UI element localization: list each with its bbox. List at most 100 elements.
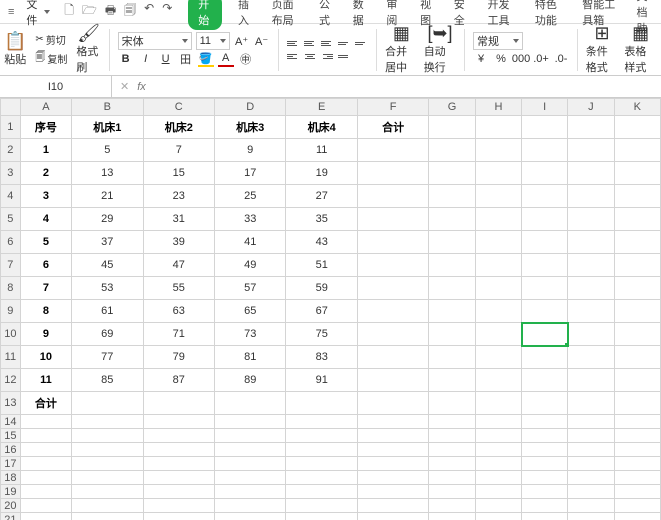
cell[interactable] <box>357 346 428 369</box>
col-header-I[interactable]: I <box>522 99 568 116</box>
cell[interactable] <box>475 457 521 471</box>
col-header-E[interactable]: E <box>286 99 357 116</box>
col-header-C[interactable]: C <box>143 99 214 116</box>
row-header-18[interactable]: 18 <box>1 471 21 485</box>
cell[interactable]: 79 <box>143 346 214 369</box>
fill-color-button[interactable]: 🪣 <box>198 51 214 67</box>
cell[interactable] <box>429 323 475 346</box>
cell[interactable] <box>72 392 143 415</box>
col-header-K[interactable]: K <box>614 99 660 116</box>
font-size-select[interactable]: 11 <box>196 32 230 50</box>
cell[interactable] <box>522 443 568 457</box>
tab-layout[interactable]: 页面布局 <box>268 0 303 30</box>
cell[interactable]: 55 <box>143 277 214 300</box>
cell[interactable]: 57 <box>215 277 286 300</box>
row-header-9[interactable]: 9 <box>1 300 21 323</box>
cell[interactable]: 11 <box>286 139 357 162</box>
cell[interactable]: 91 <box>286 369 357 392</box>
cell[interactable]: 27 <box>286 185 357 208</box>
cell[interactable] <box>357 485 428 499</box>
cell[interactable] <box>143 485 214 499</box>
cell[interactable] <box>143 429 214 443</box>
align-left[interactable] <box>286 50 300 62</box>
cell[interactable] <box>614 231 660 254</box>
cell[interactable] <box>357 392 428 415</box>
save-icon[interactable]: 🖶 <box>105 1 116 22</box>
cell[interactable] <box>568 116 614 139</box>
number-format-select[interactable]: 常规 <box>473 32 523 50</box>
col-header-F[interactable]: F <box>357 99 428 116</box>
bold-button[interactable]: B <box>118 51 134 67</box>
cell[interactable]: 19 <box>286 162 357 185</box>
cell[interactable] <box>568 185 614 208</box>
cell[interactable] <box>357 415 428 429</box>
sheet-area[interactable]: A B C D E F G H I J K 1 序号 机床1 机床2 机床3 机… <box>0 98 661 520</box>
row-header-6[interactable]: 6 <box>1 231 21 254</box>
cell[interactable]: 13 <box>72 162 143 185</box>
cell[interactable]: 1 <box>20 139 71 162</box>
cell[interactable] <box>568 369 614 392</box>
cell[interactable]: 29 <box>72 208 143 231</box>
cell[interactable] <box>614 346 660 369</box>
cell[interactable] <box>475 162 521 185</box>
cell[interactable] <box>429 277 475 300</box>
row-header-21[interactable]: 21 <box>1 513 21 520</box>
cell[interactable] <box>429 457 475 471</box>
cell[interactable]: 67 <box>286 300 357 323</box>
tab-insert[interactable]: 插入 <box>234 0 256 30</box>
col-header-B[interactable]: B <box>72 99 143 116</box>
align-middle[interactable] <box>303 37 317 49</box>
row-header-7[interactable]: 7 <box>1 254 21 277</box>
cell[interactable] <box>568 346 614 369</box>
cell[interactable] <box>143 499 214 513</box>
file-menu[interactable]: 文件 <box>20 0 56 28</box>
cell[interactable] <box>522 429 568 443</box>
cell[interactable] <box>568 254 614 277</box>
cell[interactable] <box>522 208 568 231</box>
undo-icon[interactable]: ↶ <box>144 1 154 22</box>
cell[interactable] <box>357 277 428 300</box>
cell[interactable] <box>143 415 214 429</box>
cell[interactable] <box>429 162 475 185</box>
font-color-button[interactable]: A <box>218 51 234 67</box>
cell[interactable] <box>614 471 660 485</box>
cell[interactable]: 51 <box>286 254 357 277</box>
col-header-J[interactable]: J <box>568 99 614 116</box>
cell[interactable] <box>475 139 521 162</box>
name-box[interactable]: I10 <box>0 76 112 97</box>
cond-format-button[interactable]: ⊞ 条件格式 <box>586 24 619 75</box>
cell[interactable] <box>568 139 614 162</box>
wrap-text-button[interactable]: [➥] 自动换行 <box>424 24 457 75</box>
cell[interactable]: 21 <box>72 185 143 208</box>
cell[interactable] <box>522 485 568 499</box>
cell[interactable] <box>215 443 286 457</box>
cell[interactable] <box>429 139 475 162</box>
cell[interactable] <box>568 277 614 300</box>
cell[interactable] <box>429 231 475 254</box>
cell[interactable]: 33 <box>215 208 286 231</box>
cell[interactable] <box>614 499 660 513</box>
cell[interactable]: 2 <box>20 162 71 185</box>
format-painter-button[interactable]: 🖌 格式刷 <box>76 24 100 75</box>
cell[interactable] <box>143 457 214 471</box>
cell[interactable]: 37 <box>72 231 143 254</box>
align-bottom[interactable] <box>320 37 334 49</box>
merge-center-button[interactable]: ▦ 合并居中 <box>385 24 418 75</box>
phonetic-button[interactable]: ㊥ <box>238 51 254 67</box>
tab-dev[interactable]: 开发工具 <box>483 0 518 30</box>
cell[interactable] <box>429 471 475 485</box>
cell[interactable] <box>215 471 286 485</box>
cell[interactable] <box>568 323 614 346</box>
cell[interactable] <box>522 185 568 208</box>
cell[interactable] <box>475 300 521 323</box>
cell[interactable] <box>614 429 660 443</box>
cell[interactable]: 序号 <box>20 116 71 139</box>
cell[interactable]: 11 <box>20 369 71 392</box>
copy-button[interactable]: 🗐 复制 <box>32 49 70 68</box>
cell[interactable]: 机床4 <box>286 116 357 139</box>
cell[interactable]: 59 <box>286 277 357 300</box>
cell[interactable] <box>614 485 660 499</box>
row-header-14[interactable]: 14 <box>1 415 21 429</box>
cell[interactable] <box>215 513 286 520</box>
cell[interactable] <box>522 231 568 254</box>
